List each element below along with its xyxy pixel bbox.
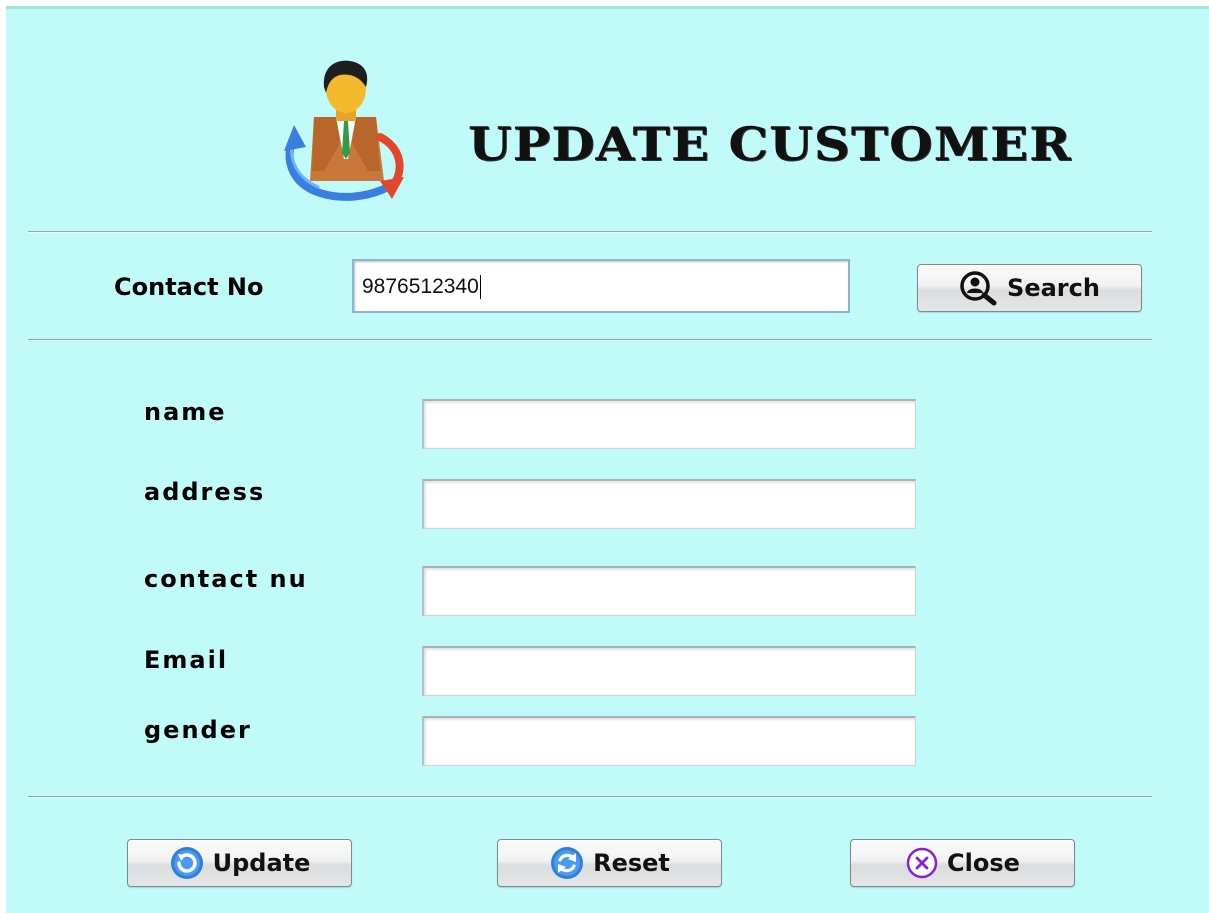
page-title: UPDATE CUSTOMER (468, 117, 1072, 172)
close-button-label: Close (947, 849, 1020, 877)
reset-button-label: Reset (593, 849, 670, 877)
refresh-icon (169, 845, 205, 881)
search-button-label: Search (1007, 274, 1100, 302)
gender-field[interactable] (422, 716, 916, 766)
search-user-icon (959, 270, 999, 306)
text-caret (479, 275, 481, 300)
divider-bottom (28, 796, 1152, 798)
update-customer-window: UPDATE CUSTOMER Contact No 9876512340 Se… (6, 6, 1209, 913)
close-icon (905, 846, 939, 880)
contact-no-search-input[interactable]: 9876512340 (352, 259, 850, 313)
contact-no-value: 9876512340 (362, 275, 479, 298)
close-button[interactable]: Close (850, 839, 1075, 887)
divider-top (28, 231, 1152, 233)
divider-middle (28, 339, 1152, 341)
customer-update-icon (280, 53, 416, 213)
contact-no-label: Contact No (114, 273, 264, 301)
search-button[interactable]: Search (917, 264, 1142, 312)
name-field[interactable] (422, 399, 916, 449)
email-field[interactable] (422, 646, 916, 696)
address-field[interactable] (422, 479, 916, 529)
contact-number-field[interactable] (422, 566, 916, 616)
reset-button[interactable]: Reset (497, 839, 722, 887)
gender-label: gender (144, 716, 252, 744)
address-label: address (144, 478, 266, 506)
email-label: Email (144, 646, 229, 674)
name-label: name (144, 398, 227, 426)
update-button-label: Update (212, 849, 311, 877)
update-button[interactable]: Update (127, 839, 352, 887)
contact-number-label: contact nu (144, 565, 308, 593)
reset-icon (549, 845, 585, 881)
